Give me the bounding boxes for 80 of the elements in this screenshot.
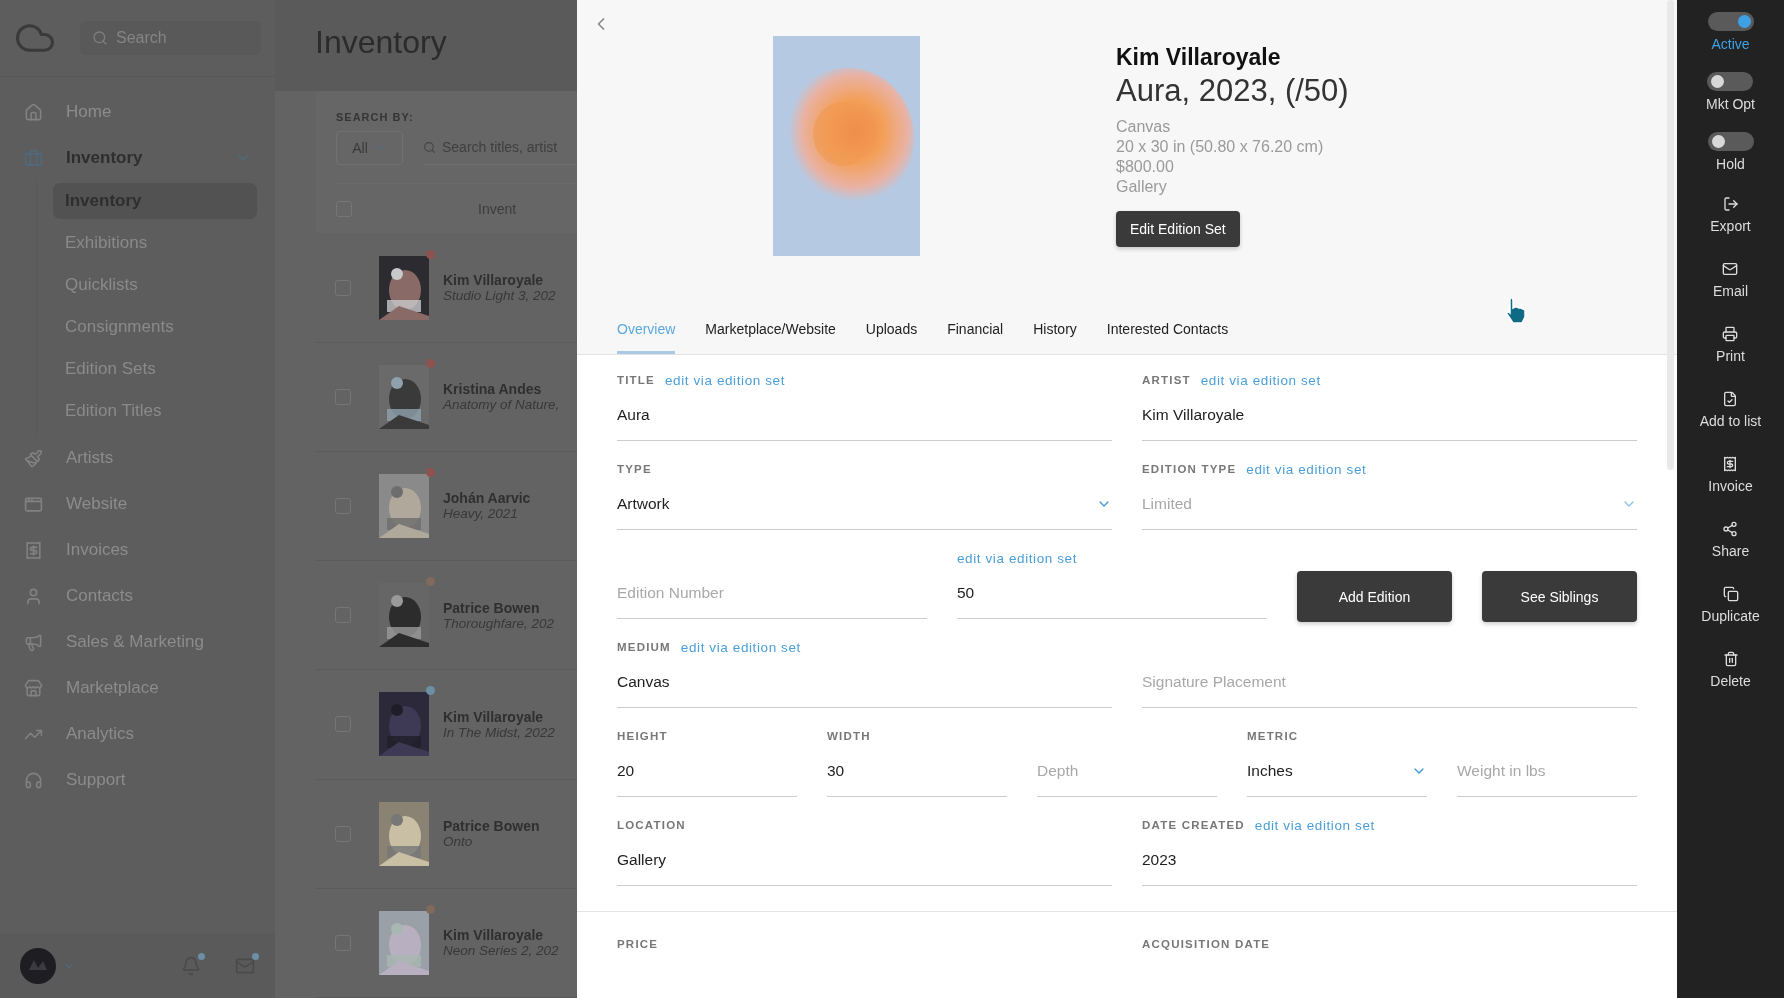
rail-action-button[interactable]: Share: [1711, 517, 1750, 582]
field-label: LOCATION: [617, 819, 686, 831]
rail-action-button[interactable]: Duplicate: [1701, 582, 1760, 647]
nav-icon: [24, 678, 44, 698]
tab[interactable]: Uploads: [865, 321, 918, 354]
input-field[interactable]: 50: [957, 567, 1267, 619]
input-field[interactable]: Depth: [1037, 745, 1217, 797]
toggle-switch[interactable]: [1707, 72, 1754, 91]
action-button[interactable]: Add Edition: [1297, 571, 1452, 622]
nav-icon: [24, 148, 44, 168]
trash-icon: [1722, 651, 1739, 667]
input-field[interactable]: Signature Placement: [1142, 656, 1637, 708]
field-label: ARTIST: [1142, 374, 1191, 386]
edit-link[interactable]: edit via edition set: [664, 372, 786, 388]
edit-link[interactable]: edit via edition set: [1200, 372, 1321, 388]
detail-line: Gallery: [1116, 177, 1168, 197]
detail-line: Canvas: [1116, 117, 1172, 137]
toggle-switch[interactable]: [1707, 132, 1754, 151]
input-field[interactable]: 2023: [1142, 834, 1637, 886]
mail-icon: [1722, 261, 1739, 277]
search-icon: [423, 140, 436, 154]
input-field[interactable]: Edition Number: [617, 567, 927, 619]
file-check-icon: [1722, 391, 1739, 407]
nav-icon: [24, 632, 44, 652]
input-field[interactable]: Weight in lbs: [1457, 745, 1637, 797]
tab[interactable]: Overview: [617, 321, 676, 354]
share-icon: [1722, 521, 1739, 537]
rail-action-button[interactable]: Add to list: [1699, 387, 1762, 452]
receipt-icon: [1722, 456, 1739, 472]
field-label: EDITION TYPE: [1142, 463, 1237, 475]
edit-edition-set-button[interactable]: Edit Edition Set: [1116, 211, 1240, 247]
field-label: ACQUISITION DATE: [1142, 938, 1272, 950]
printer-icon: [1722, 326, 1739, 342]
detail-line: $800.00: [1116, 157, 1175, 177]
rail-action-button[interactable]: Export: [1710, 192, 1751, 257]
field-label: WIDTH: [827, 730, 871, 742]
nav-icon: [24, 448, 44, 468]
rail-action-button[interactable]: Email: [1713, 257, 1748, 322]
tab[interactable]: Interested Contacts: [1106, 321, 1229, 354]
copy-icon: [1722, 586, 1739, 602]
input-field[interactable]: Aura: [617, 389, 1112, 441]
field-label: TITLE: [617, 374, 655, 386]
detail-line: 20 x 30 in (50.80 x 76.20 cm): [1116, 137, 1325, 157]
edit-link[interactable]: edit via edition set: [680, 639, 801, 655]
toggle-label: Mkt Opt: [1706, 96, 1755, 112]
toggle-label: Hold: [1716, 156, 1745, 172]
field-label: METRIC: [1247, 730, 1299, 742]
field-label: MEDIUM: [617, 641, 671, 653]
rail-action-button[interactable]: Print: [1716, 322, 1745, 387]
avatar-icon[interactable]: [20, 948, 56, 984]
input-field[interactable]: Kim Villaroyale: [1142, 389, 1637, 441]
toggle-switch[interactable]: [1707, 12, 1754, 31]
export-icon: [1722, 196, 1739, 212]
input-field[interactable]: 30: [827, 745, 1007, 797]
input-field[interactable]: Canvas: [617, 656, 1112, 708]
scrollbar[interactable]: [1667, 0, 1674, 470]
rail-action-button[interactable]: Delete: [1710, 647, 1751, 712]
search-icon: [92, 30, 108, 46]
toggle-label: Active: [1711, 36, 1750, 52]
select-field[interactable]: Inches: [1247, 745, 1427, 797]
nav-icon: [24, 770, 44, 790]
select-field[interactable]: Artwork: [617, 478, 1112, 530]
edit-link[interactable]: edit via edition set: [957, 550, 1078, 566]
input-field[interactable]: 20: [617, 745, 797, 797]
field-label: TYPE: [617, 463, 652, 475]
nav-icon: [24, 494, 44, 514]
nav-icon: [24, 540, 44, 560]
tab[interactable]: History: [1033, 321, 1077, 354]
artist-name: Kim Villaroyale: [1116, 44, 1282, 71]
input-field[interactable]: Gallery: [617, 834, 1112, 886]
field-label: DATE CREATED: [1142, 819, 1245, 831]
action-button[interactable]: See Siblings: [1482, 571, 1637, 622]
field-label: HEIGHT: [617, 730, 668, 742]
nav-icon: [24, 102, 44, 122]
edit-link[interactable]: edit via edition set: [1254, 817, 1375, 833]
rail-action-button[interactable]: Invoice: [1708, 452, 1753, 517]
tab[interactable]: Marketplace/Website: [705, 321, 836, 354]
field-label: PRICE: [617, 938, 660, 950]
tab[interactable]: Financial: [947, 321, 1004, 354]
artwork-title: Aura, 2023, (/50): [1116, 73, 1349, 109]
